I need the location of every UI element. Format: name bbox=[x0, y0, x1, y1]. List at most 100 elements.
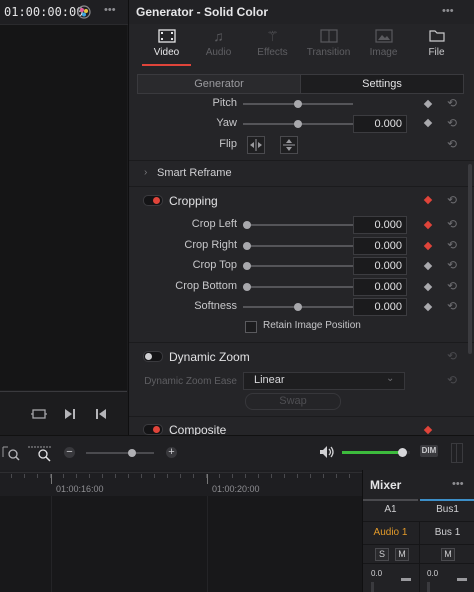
viewer-timecode[interactable]: 01:00:00:00 bbox=[4, 5, 83, 19]
crop-bottom-slider[interactable] bbox=[243, 282, 353, 291]
crop-bottom-keyframe-icon[interactable] bbox=[423, 282, 433, 291]
mixer-title: Mixer bbox=[370, 478, 402, 492]
composite-keyframe-icon[interactable] bbox=[423, 425, 433, 435]
speaker-icon[interactable] bbox=[319, 445, 335, 462]
crop-top-value-field[interactable]: 0.000 bbox=[353, 257, 407, 275]
flip-vertical-button[interactable] bbox=[280, 136, 298, 154]
crop-right-slider[interactable] bbox=[243, 241, 353, 250]
channel-a1-fader[interactable] bbox=[401, 578, 411, 581]
play-to-next-icon[interactable] bbox=[64, 408, 76, 423]
channel-a1-mute-button[interactable]: M bbox=[395, 548, 409, 561]
tab-effects[interactable]: ⚚ Effects bbox=[245, 26, 300, 66]
crop-top-reset-icon[interactable]: ⟲ bbox=[447, 258, 457, 272]
crop-left-value-field[interactable]: 0.000 bbox=[353, 216, 407, 234]
crop-right-reset-icon[interactable]: ⟲ bbox=[447, 238, 457, 252]
color-wheel-icon[interactable] bbox=[76, 4, 92, 20]
cropping-toggle[interactable] bbox=[143, 195, 163, 206]
swap-button[interactable]: Swap bbox=[245, 393, 341, 410]
meter-toggle-icon[interactable] bbox=[451, 443, 463, 463]
crop-left-slider[interactable] bbox=[243, 221, 353, 229]
yaw-reset-icon[interactable]: ⟲ bbox=[447, 116, 457, 130]
timeline-ruler[interactable]: 01:00:16:00 01:00:20:00 bbox=[0, 470, 362, 496]
subtab-generator[interactable]: Generator bbox=[137, 74, 301, 94]
softness-reset-icon[interactable]: ⟲ bbox=[447, 299, 457, 313]
smart-reframe-header[interactable]: Smart Reframe bbox=[157, 167, 232, 179]
crop-right-slider-knob[interactable] bbox=[243, 241, 251, 250]
music-note-icon: ♫ bbox=[213, 28, 224, 44]
zoom-detail-icon[interactable] bbox=[27, 444, 53, 465]
crop-right-value-field[interactable]: 0.000 bbox=[353, 236, 407, 255]
flip-reset-icon[interactable]: ⟲ bbox=[447, 137, 457, 151]
zoom-out-button[interactable]: − bbox=[64, 447, 75, 458]
yaw-label: Yaw bbox=[216, 117, 237, 129]
yaw-slider[interactable] bbox=[243, 120, 353, 128]
channel-bus1-mute-button[interactable]: M bbox=[441, 548, 455, 561]
softness-keyframe-icon[interactable] bbox=[423, 302, 433, 312]
channel-a1-route[interactable]: Audio 1 bbox=[363, 527, 418, 538]
timeline-zoom-slider[interactable] bbox=[86, 449, 154, 457]
crop-bottom-slider-knob[interactable] bbox=[243, 282, 251, 291]
cropping-header[interactable]: Cropping bbox=[169, 194, 218, 208]
tab-video[interactable]: Video bbox=[139, 26, 194, 66]
tab-file[interactable]: File bbox=[409, 26, 464, 66]
subtab-settings[interactable]: Settings bbox=[300, 74, 464, 94]
channel-bus1-route[interactable]: Bus 1 bbox=[420, 527, 474, 538]
flip-horizontal-button[interactable] bbox=[247, 136, 265, 154]
ruler-minor-tick bbox=[24, 474, 25, 478]
inspector-scrollbar[interactable] bbox=[468, 164, 472, 354]
channel-bus1-meter bbox=[427, 582, 430, 592]
channel-bus1-color-bar bbox=[420, 499, 474, 501]
pitch-slider[interactable] bbox=[243, 100, 353, 108]
master-volume-knob[interactable] bbox=[397, 448, 407, 457]
crop-left-keyframe-icon[interactable] bbox=[423, 220, 433, 230]
timeline-tracks[interactable] bbox=[0, 496, 362, 592]
mixer-more-menu[interactable]: ••• bbox=[452, 478, 464, 490]
master-volume-slider[interactable] bbox=[342, 448, 410, 457]
crop-bottom-reset-icon[interactable]: ⟲ bbox=[447, 279, 457, 293]
composite-toggle[interactable] bbox=[143, 424, 163, 435]
dynamic-zoom-ease-select[interactable]: Linear ⌄ bbox=[243, 372, 405, 390]
yaw-value-field[interactable]: 0.000 bbox=[353, 115, 407, 133]
softness-value-field[interactable]: 0.000 bbox=[353, 298, 407, 316]
pitch-keyframe-icon[interactable] bbox=[423, 99, 433, 109]
yaw-keyframe-icon[interactable] bbox=[423, 118, 433, 128]
dynamic-zoom-header[interactable]: Dynamic Zoom bbox=[169, 350, 250, 364]
crop-bottom-value-field[interactable]: 0.000 bbox=[353, 277, 407, 296]
zoom-in-button[interactable]: + bbox=[166, 447, 177, 458]
crop-right-keyframe-icon[interactable] bbox=[423, 241, 433, 250]
chevron-right-icon[interactable]: › bbox=[144, 167, 147, 178]
viewer-transport bbox=[0, 392, 127, 434]
tab-transition[interactable]: Transition bbox=[301, 26, 356, 66]
softness-slider[interactable] bbox=[243, 303, 353, 311]
channel-a1-solo-button[interactable]: S bbox=[375, 548, 389, 561]
tab-image[interactable]: Image bbox=[356, 26, 411, 66]
timeline-zoom-knob[interactable] bbox=[128, 449, 136, 457]
viewer-canvas bbox=[0, 25, 127, 390]
inspector-more-menu[interactable]: ••• bbox=[442, 5, 454, 17]
match-frame-icon[interactable] bbox=[31, 407, 47, 424]
composite-header[interactable]: Composite bbox=[169, 423, 226, 435]
dynamic-zoom-toggle[interactable] bbox=[143, 351, 163, 362]
crop-top-keyframe-icon[interactable] bbox=[423, 261, 433, 271]
pitch-reset-icon[interactable]: ⟲ bbox=[447, 96, 457, 110]
channel-a1-meter bbox=[371, 582, 374, 592]
pitch-slider-knob[interactable] bbox=[294, 100, 302, 108]
crop-left-reset-icon[interactable]: ⟲ bbox=[447, 217, 457, 231]
channel-bus1-fader[interactable] bbox=[457, 578, 467, 581]
viewer-more-menu[interactable]: ••• bbox=[104, 4, 116, 16]
yaw-slider-knob[interactable] bbox=[294, 120, 302, 128]
softness-slider-knob[interactable] bbox=[294, 303, 302, 311]
retain-image-position-checkbox[interactable] bbox=[245, 321, 257, 333]
cropping-reset-icon[interactable]: ⟲ bbox=[447, 193, 457, 207]
crop-left-slider-knob[interactable] bbox=[243, 221, 251, 229]
crop-top-slider[interactable] bbox=[243, 262, 353, 270]
dynamic-zoom-ease-reset-icon[interactable]: ⟲ bbox=[447, 373, 457, 387]
dim-button[interactable]: DIM bbox=[420, 445, 438, 457]
crop-top-slider-knob[interactable] bbox=[243, 262, 251, 270]
cropping-keyframe-icon[interactable] bbox=[423, 195, 433, 205]
ruler-timecode-20: 01:00:20:00 bbox=[212, 484, 260, 494]
dynamic-zoom-reset-icon[interactable]: ⟲ bbox=[447, 349, 457, 363]
zoom-full-icon[interactable] bbox=[2, 445, 20, 464]
go-to-previous-icon[interactable] bbox=[95, 408, 107, 423]
tab-audio[interactable]: ♫ Audio bbox=[191, 26, 246, 66]
